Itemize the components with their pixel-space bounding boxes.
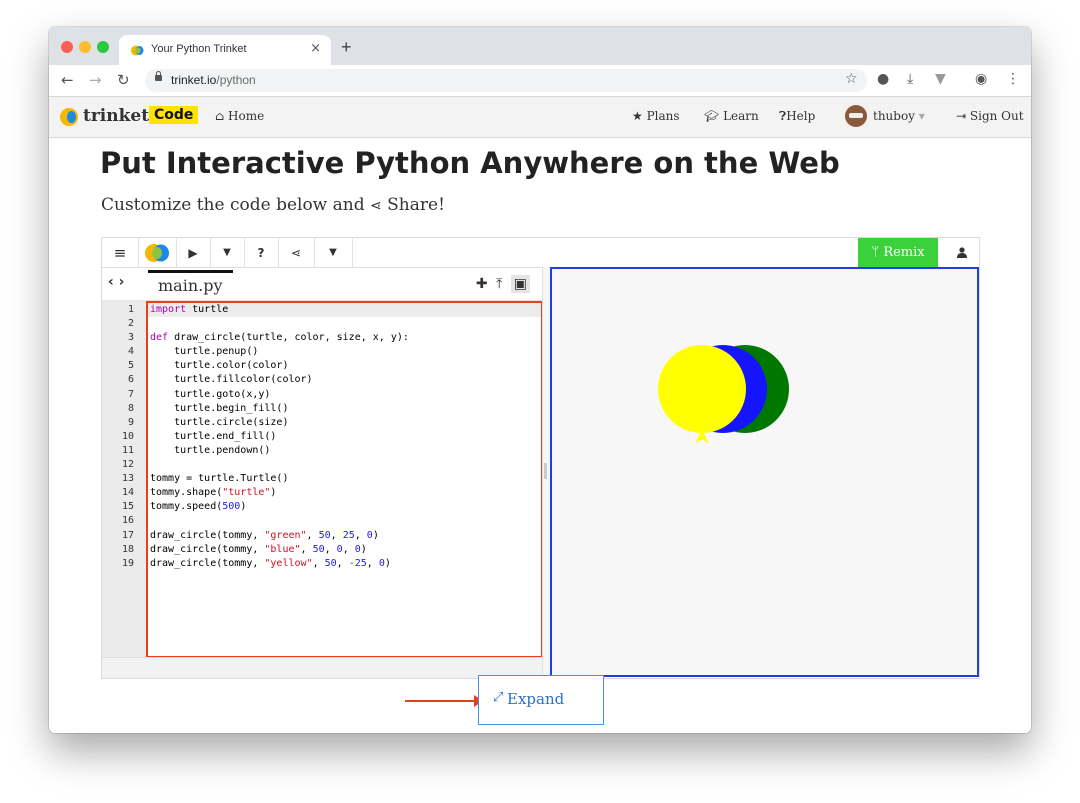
tab-title: Your Python Trinket: [151, 43, 247, 55]
line-number: 4: [127, 346, 134, 358]
zoom-window-button[interactable]: [97, 41, 109, 53]
trinket-favicon-icon: [131, 45, 144, 56]
line-number: 9: [127, 416, 134, 428]
line-number: 5: [127, 360, 134, 372]
new-tab-button[interactable]: +: [341, 37, 352, 58]
line-number: 1: [127, 304, 134, 315]
share-icon[interactable]: ⋖: [278, 238, 315, 267]
turtle-output-pane: [550, 267, 979, 677]
trinket-logo-icon: [145, 243, 169, 262]
user-silhouette-icon: [956, 247, 967, 258]
address-bar[interactable]: trinket.io/python: [145, 69, 867, 92]
upload-icon[interactable]: ⤒: [496, 276, 502, 292]
file-tab-bar: ‹ › main.py ✚ ⤒ ▣: [102, 268, 542, 301]
file-tab-main[interactable]: main.py: [148, 270, 233, 303]
yellow-circle: [658, 345, 746, 433]
share-options-caret-icon[interactable]: ▼: [314, 238, 353, 267]
bookmark-star-icon[interactable]: ☆: [845, 71, 858, 87]
add-file-icon[interactable]: ✚: [476, 276, 488, 292]
line-number: 13: [121, 473, 134, 485]
line-number: 7: [127, 388, 134, 400]
remix-button[interactable]: ᛘ Remix: [858, 238, 938, 267]
line-number: 10: [121, 430, 134, 442]
line-number-gutter: 1 2 3 4 5 6 7 8 9 10 11 12 13 14 15 16 17 18 19: [102, 301, 146, 657]
close-window-button[interactable]: [61, 41, 73, 53]
help-question-icon[interactable]: ?: [244, 238, 279, 267]
expand-button[interactable]: ⤢ Expand: [478, 675, 604, 725]
expand-arrows-icon: ⤢: [493, 690, 504, 705]
embed-toolbar: ≡ ▶ ▼ ? ⋖ ▼ ᛘ Remix: [102, 238, 979, 268]
browser-toolbar: ← → ↻ trinket.io/python ☆ ● ⤓ ▼ ◉ ⋮: [49, 65, 1031, 97]
annotation-arrow: [405, 700, 479, 702]
line-number: 14: [121, 487, 134, 499]
nav-user-menu[interactable]: thuboy ▾: [873, 109, 925, 123]
line-number: 2: [127, 318, 134, 330]
line-number: 6: [127, 374, 134, 386]
line-number: 17: [121, 529, 134, 541]
line-number: 8: [127, 402, 134, 414]
caret-down-icon: ▾: [918, 109, 925, 123]
url-text: trinket.io/python: [171, 73, 256, 87]
minimize-window-button[interactable]: [79, 41, 91, 53]
nav-sign-out[interactable]: ⇥ Sign Out: [956, 109, 1024, 123]
toggle-code-icon[interactable]: ‹ ›: [108, 274, 124, 290]
lock-icon: [155, 71, 162, 81]
site-navbar: trinket Code ⌂ Home ★ Plans 🎓︎ Learn ❓︎H…: [49, 97, 1031, 138]
page-subtitle: Customize the code below and ⋖ Share!: [101, 195, 445, 215]
browser-window: Your Python Trinket × + ← → ↻ trinket.io…: [49, 27, 1031, 733]
forward-arrow-icon[interactable]: →: [89, 71, 102, 89]
line-number: 3: [127, 332, 134, 344]
code-editor-pane: ‹ › main.py ✚ ⤒ ▣ 1 2 3 4 5 6 7 8 9 10 11 12 13 14 15 1…: [102, 268, 543, 678]
line-number: 18: [121, 543, 134, 555]
fork-icon: ᛘ: [871, 245, 884, 260]
sign-out-icon: ⇥: [956, 109, 967, 123]
vue-devtools-icon[interactable]: ▼: [935, 71, 946, 87]
line-number: 12: [121, 459, 134, 471]
browser-tab[interactable]: Your Python Trinket ×: [119, 35, 331, 65]
run-play-icon[interactable]: ▶: [176, 238, 211, 267]
expand-label: Expand: [507, 690, 565, 708]
splitter-grip-icon[interactable]: [544, 463, 547, 479]
editor-footer: [102, 657, 542, 678]
run-options-caret-icon[interactable]: ▼: [210, 238, 245, 267]
close-tab-icon[interactable]: ×: [310, 41, 321, 56]
trinket-logo-button[interactable]: [138, 238, 177, 267]
line-number: 11: [121, 444, 134, 456]
line-number: 16: [121, 515, 134, 527]
trinket-logo-icon[interactable]: [60, 108, 78, 126]
star-icon: ★: [632, 109, 643, 123]
line-number: 19: [121, 557, 134, 569]
profile-avatar-icon[interactable]: ◉: [975, 71, 987, 87]
browser-menu-icon[interactable]: ⋮: [1006, 71, 1020, 87]
image-library-icon[interactable]: ▣: [510, 275, 530, 293]
file-actions: ✚ ⤒ ▣: [476, 275, 530, 293]
turtle-canvas: [658, 345, 789, 444]
page-title: Put Interactive Python Anywhere on the W…: [100, 146, 840, 180]
nav-home[interactable]: ⌂ Home: [215, 109, 264, 123]
back-arrow-icon[interactable]: ←: [61, 71, 74, 89]
extension-icon[interactable]: ●: [877, 71, 889, 87]
nav-help[interactable]: ❓︎Help: [779, 109, 815, 124]
code-highlight-box: [146, 301, 543, 658]
site-logo[interactable]: trinket: [83, 106, 149, 126]
nav-plans[interactable]: ★ Plans: [632, 109, 680, 123]
code-badge[interactable]: Code: [149, 106, 199, 124]
home-icon: ⌂: [215, 109, 225, 123]
menu-hamburger-icon[interactable]: ≡: [102, 238, 139, 267]
share-icon: ⋖: [370, 198, 382, 214]
reload-icon[interactable]: ↻: [117, 71, 130, 89]
line-number: 15: [121, 501, 134, 513]
tab-strip: Your Python Trinket × +: [49, 27, 1031, 65]
nav-learn[interactable]: 🎓︎ Learn: [704, 109, 759, 123]
user-avatar[interactable]: [845, 105, 867, 127]
trinket-embed: ≡ ▶ ▼ ? ⋖ ▼ ᛘ Remix ‹ › main.py ✚ ⤒ ▣ 1 …: [101, 237, 980, 679]
embed-user-icon[interactable]: [944, 238, 979, 267]
graduation-cap-icon: 🎓︎: [704, 109, 720, 123]
download-icon[interactable]: ⤓: [907, 71, 913, 87]
